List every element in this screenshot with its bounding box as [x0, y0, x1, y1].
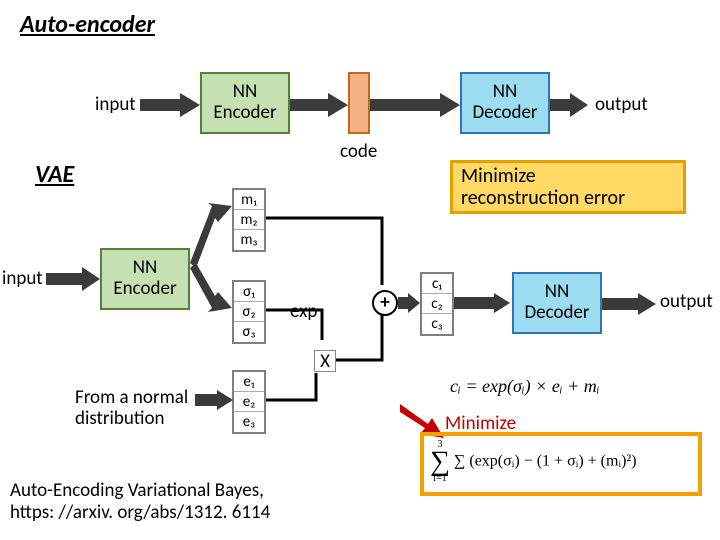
sigma1: σ₁ — [234, 282, 264, 302]
m-vector: m₁ m₂ m₃ — [232, 188, 266, 252]
footer-citation: Auto-Encoding Variational Bayes, https: … — [10, 480, 270, 524]
vae-title: VAE — [35, 160, 74, 189]
vae-output-label: output — [660, 290, 713, 313]
arrow-right-icon — [140, 93, 200, 117]
m3: m₃ — [234, 230, 264, 250]
arrow-right-icon — [550, 93, 588, 117]
vae-decoder-box: NN Decoder — [512, 272, 602, 334]
arrow-diverge-icon — [188, 200, 232, 315]
sigma2: σ₂ — [234, 302, 264, 322]
m1: m₁ — [234, 190, 264, 210]
arrow-right-icon — [195, 390, 233, 410]
plus-op: + — [372, 290, 398, 316]
arrow-right-icon — [602, 293, 656, 315]
arrow-right-icon — [46, 267, 100, 291]
c3: c₃ — [422, 314, 452, 334]
formula-c: cᵢ = exp(σᵢ) × eᵢ + mᵢ — [450, 376, 600, 397]
c-vector: c₁ c₂ c₃ — [420, 272, 454, 336]
e3: e₃ — [234, 412, 264, 432]
top-encoder-box: NN Encoder — [200, 72, 290, 134]
arrow-right-icon — [454, 293, 510, 313]
times-op: X — [314, 350, 336, 372]
code-label: code — [340, 140, 377, 163]
arrow-right-icon — [290, 93, 348, 117]
e2: e₂ — [234, 392, 264, 412]
m2: m₂ — [234, 210, 264, 230]
vae-input-label: input — [2, 267, 43, 290]
e1: e₁ — [234, 372, 264, 392]
arrow-right-icon — [398, 293, 420, 313]
sum-formula: 3 ∑ i=1 ∑ (exp(σᵢ) − (1 + σᵢ) + (mᵢ)²) — [430, 440, 637, 483]
sigma-vector: σ₁ σ₂ σ₃ — [232, 280, 266, 344]
minimize-reconstruction-box: Minimize reconstruction error — [450, 160, 686, 214]
sum-body: ∑ (exp(σᵢ) − (1 + σᵢ) + (mᵢ)²) — [454, 453, 637, 470]
slide-title: Auto-encoder — [20, 10, 155, 39]
normal-dist-label: From a normal distribution — [75, 388, 188, 430]
vae-encoder-box: NN Encoder — [100, 248, 190, 310]
arrow-right-icon — [370, 93, 460, 117]
code-box — [348, 72, 370, 134]
c2: c₂ — [422, 294, 452, 314]
top-decoder-box: NN Decoder — [460, 72, 550, 134]
c1: c₁ — [422, 274, 452, 294]
e-vector: e₁ e₂ e₃ — [232, 370, 266, 434]
sigma3: σ₃ — [234, 322, 264, 342]
top-output-label: output — [595, 93, 648, 116]
top-input-label: input — [95, 93, 136, 116]
